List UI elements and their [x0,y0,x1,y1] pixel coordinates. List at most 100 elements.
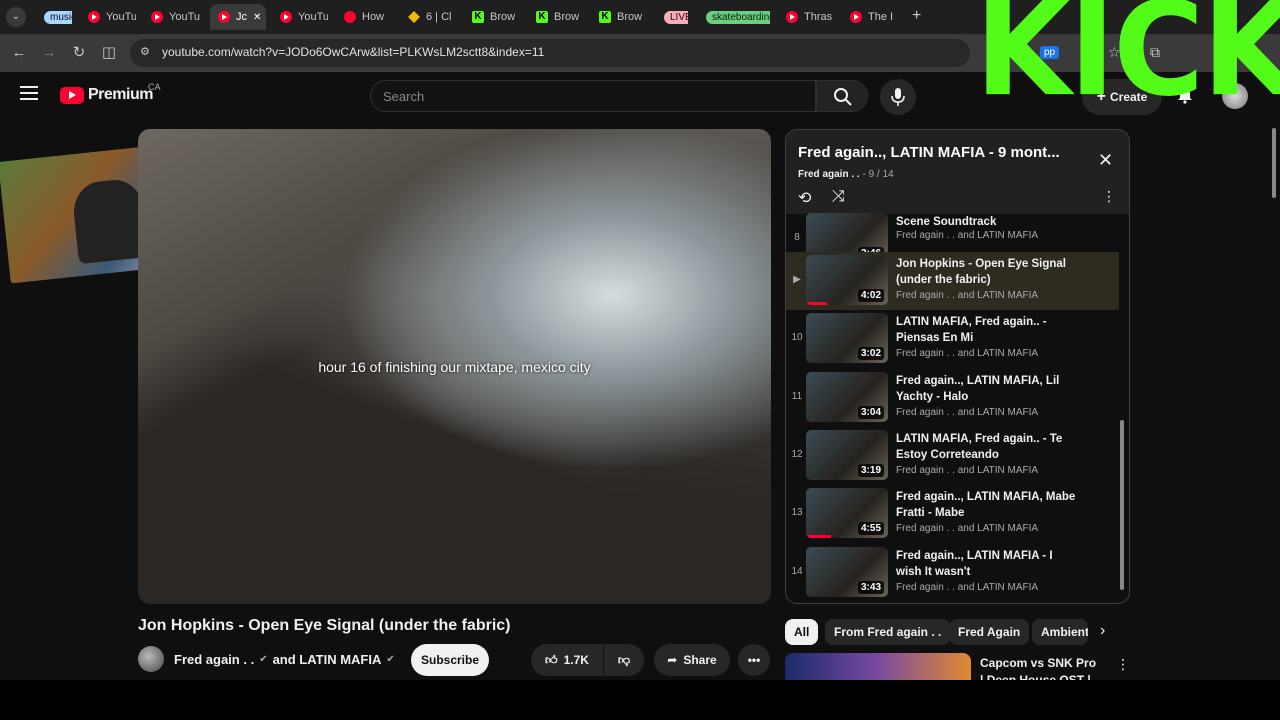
playlist-item[interactable]: 12 3:19 LATIN MAFIA, Fred again.. - Te Est… [786,427,1119,485]
youtube-favicon-icon [151,11,163,23]
forward-icon[interactable]: → [38,42,60,64]
recommended-more-icon[interactable]: ⋮ [1116,656,1130,673]
playlist-item-duration: 3:04 [857,406,884,419]
playlist-item-index: 13 [791,507,803,518]
like-button[interactable]: 👍︎ 1.7K [531,644,603,676]
browser-tab[interactable]: K Brow [464,4,520,30]
youtube-logo[interactable]: Premium [60,86,153,104]
tab-label: How [362,11,385,23]
binance-favicon-icon [408,11,420,23]
playlist-item[interactable]: 11 3:04 Fred again.., LATIN MAFIA, Lil Yac… [786,369,1119,427]
close-icon[interactable]: ✕ [1098,150,1113,171]
tab-close-icon[interactable]: ✕ [253,12,261,23]
browser-tab[interactable]: 6 | Cl [400,4,456,30]
browser-tab[interactable]: skateboarding [698,4,770,30]
browser-tab[interactable]: Thras [778,4,834,30]
live-badge[interactable]: LIVE [664,10,688,24]
browser-tab[interactable]: YouTu [80,4,136,30]
microphone-icon [891,88,905,106]
playlist-item-index: 8 [794,232,800,243]
youtube-favicon-icon [786,11,798,23]
filter-chip[interactable]: Fred Again [949,619,1030,645]
search-button[interactable] [816,80,868,112]
playlist-item-channel: Fred again . . and LATIN MAFIA [896,465,1039,476]
tab-label: Jc [236,11,247,23]
recommended-video-title[interactable]: Capcom vs SNK Pro | Deep House OST | [980,655,1100,680]
filter-chip[interactable]: Ambient [1032,619,1088,645]
voice-search-button[interactable] [880,79,916,115]
tab-group-label[interactable]: music [44,10,72,24]
playlist-item-thumbnail[interactable]: 4:55 [806,488,888,538]
tab-group-label[interactable]: skateboarding [706,10,770,24]
playlist-item[interactable]: 14 3:43 Fred again.., LATIN MAFIA - I wish… [786,544,1119,602]
dislike-button[interactable]: 👎︎ [604,644,644,676]
playlist-item-thumbnail[interactable]: 3:04 [806,372,888,422]
playlist-item-title: LATIN MAFIA, Fred again.. - Te Estoy Cor… [896,433,1063,461]
reload-icon[interactable]: ↻ [68,42,90,64]
logo-text: Premium [88,86,153,103]
playlist-header: Fred again.., LATIN MAFIA - 9 mont... Fr… [786,130,1129,214]
playlist-scrollbar[interactable] [1120,230,1124,600]
channel-avatar[interactable] [138,646,164,672]
tab-label: YouTu [169,11,200,23]
search-input[interactable]: Search [370,80,816,112]
chips-next-icon[interactable]: › [1100,622,1105,640]
youtube-favicon-icon [280,11,292,23]
playlist-item[interactable]: 13 4:55 Fred again.., LATIN MAFIA, Mabe Fr… [786,485,1119,543]
playlist-item-duration: 3:19 [857,464,884,477]
video-player[interactable]: hour 16 of finishing our mixtape, mexico… [138,129,771,604]
loop-icon[interactable]: ⟲ [798,188,811,208]
filter-chip[interactable]: All [785,619,819,645]
browser-tab[interactable]: YouTu [272,4,328,30]
playlist-item-channel: Fred again . . and LATIN MAFIA [896,523,1039,534]
site-info-icon[interactable]: ⚙ [140,45,150,58]
tab-label: YouTu [106,11,136,23]
browser-tab[interactable]: K Brow [591,4,647,30]
playlist-item-index: ▶ [793,274,801,285]
browser-tab[interactable]: K Brow [528,4,584,30]
playlist-position: - 9 / 14 [862,169,894,180]
tab-search-button[interactable]: ⌄ [6,7,26,27]
browser-tab[interactable]: How [336,4,392,30]
page-scrollbar[interactable] [1270,122,1278,680]
kick-logo-overlay: KICK [975,0,1280,103]
playlist-item-thumbnail[interactable]: 3:19 [806,430,888,480]
browser-tab[interactable]: Jc ✕ [210,4,266,30]
playlist-item-thumbnail[interactable]: 3:43 [806,547,888,597]
new-tab-button[interactable]: + [912,7,921,25]
playlist-item-thumbnail[interactable]: 4:02 [806,255,888,305]
subscribe-button[interactable]: Subscribe [411,644,489,676]
browser-tab[interactable]: LIVE [656,4,688,30]
address-bar[interactable]: ⚙ youtube.com/watch?v=JODo6OwCArw&list=P… [130,39,970,67]
tab-label: Brow [617,11,643,23]
playlist-channel[interactable]: Fred again . . [798,169,860,180]
channel-name[interactable]: Fred again . . ✔ and LATIN MAFIA ✔ [174,652,395,667]
playlist-more-icon[interactable]: ⋮ [1102,188,1116,205]
channel-name-primary: Fred again . . [174,652,255,667]
more-actions-button[interactable]: ••• [738,644,770,676]
playlist-item-thumbnail[interactable]: 3:02 [806,313,888,363]
guide-menu-icon[interactable] [20,86,38,100]
playlist-title[interactable]: Fred again.., LATIN MAFIA - 9 mont... [798,144,1088,161]
playlist-item-channel: Fred again . . and LATIN MAFIA [896,290,1039,301]
playlist-item-channel: Fred again . . and LATIN MAFIA [896,230,1039,241]
playlist-item-index: 14 [791,566,803,577]
filter-chip[interactable]: From Fred again . . [825,619,951,645]
youtube-favicon-icon [218,11,230,23]
split-view-icon[interactable]: ◫ [98,42,120,64]
browser-tab[interactable]: The I [842,4,898,30]
playlist-item-duration: 4:02 [857,289,884,302]
playlist-items: 82:46Scene SoundtrackFred again . . and … [786,213,1129,603]
share-button[interactable]: ➦ Share [654,644,730,676]
thumbs-down-icon: 👎︎ [617,652,631,667]
browser-tab[interactable]: music [36,4,72,30]
shuffle-icon[interactable]: ⤨ [832,188,845,206]
browser-tab[interactable]: YouTu [143,4,201,30]
back-icon[interactable]: ← [8,42,30,64]
playlist-item[interactable]: ▶ 4:02 Jon Hopkins - Open Eye Signal (unde… [786,252,1119,310]
playlist-item-duration: 3:02 [857,347,884,360]
thumbs-up-icon: 👍︎ [545,652,558,667]
playlist-item[interactable]: 10 3:02 LATIN MAFIA, Fred again.. - Piensa… [786,310,1119,368]
playlist-item-title: Scene Soundtrack [896,216,997,228]
recommended-video-thumbnail[interactable] [785,653,971,680]
